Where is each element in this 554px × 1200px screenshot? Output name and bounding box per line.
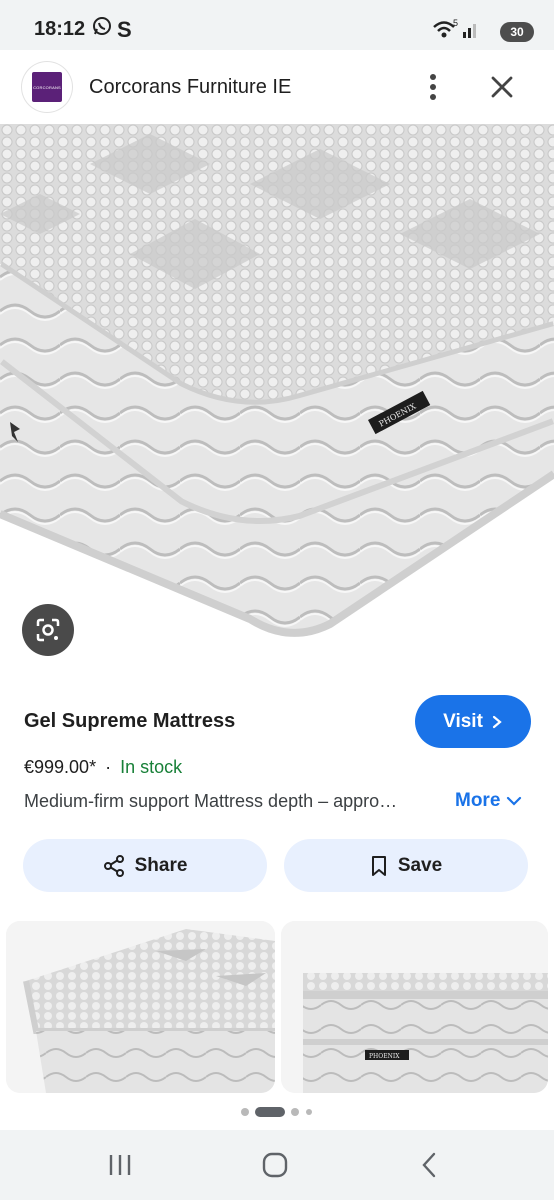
site-title: Corcorans Furniture IE: [89, 76, 292, 98]
product-title: Gel Supreme Mattress: [24, 710, 236, 732]
s-app-icon: S: [117, 17, 132, 42]
wifi-icon: 5: [432, 18, 460, 45]
app-header: CORCORANS Corcorans Furniture IE: [0, 50, 554, 124]
separator-dot: ·: [105, 757, 112, 777]
back-icon[interactable]: [410, 1148, 450, 1182]
recent-apps-icon[interactable]: [100, 1148, 140, 1182]
carousel-pager: [0, 1106, 554, 1118]
bookmark-icon: [371, 855, 386, 876]
more-button[interactable]: More: [455, 790, 522, 812]
wifi-badge: 5: [453, 18, 458, 28]
product-description: Medium-firm support Mattress depth – app…: [24, 791, 398, 811]
more-vert-icon[interactable]: [418, 70, 448, 104]
pager-dot[interactable]: [306, 1109, 312, 1115]
whatsapp-icon: [92, 16, 112, 41]
pager-dot-active[interactable]: [255, 1107, 285, 1117]
pager-dot[interactable]: [241, 1108, 249, 1116]
price-row: €999.00* · In stock: [24, 757, 182, 778]
chevron-right-icon: [492, 715, 502, 728]
signal-icon: [462, 20, 480, 43]
close-icon[interactable]: [484, 70, 520, 104]
visit-button[interactable]: Visit: [415, 695, 531, 748]
system-nav-bar: [0, 1130, 554, 1200]
status-bar: 18:12 S 5 30: [0, 0, 554, 50]
home-icon[interactable]: [255, 1148, 295, 1182]
pager-dot[interactable]: [291, 1108, 299, 1116]
battery-indicator: 30: [500, 22, 534, 42]
price: €999.00*: [24, 757, 97, 777]
product-image[interactable]: PHOENIX: [0, 124, 554, 674]
visit-label: Visit: [443, 710, 483, 732]
save-label: Save: [397, 854, 443, 876]
thumbnail-image[interactable]: PHOENIX: [281, 921, 548, 1093]
thumbnail-brand-label: PHOENIX: [369, 1053, 400, 1060]
site-logo-text: CORCORANS: [33, 84, 61, 90]
share-label: Share: [134, 854, 188, 876]
site-logo[interactable]: CORCORANS: [22, 62, 72, 112]
chevron-down-icon: [507, 796, 522, 806]
thumbnail-image[interactable]: [6, 921, 275, 1093]
share-icon: [103, 854, 124, 877]
more-label: More: [455, 790, 501, 811]
lens-icon: [36, 618, 60, 642]
save-button[interactable]: Save: [284, 839, 528, 892]
share-button[interactable]: Share: [23, 839, 267, 892]
google-lens-button[interactable]: [22, 604, 74, 656]
status-time: 18:12: [34, 18, 86, 40]
site-logo-mark: CORCORANS: [32, 72, 62, 102]
stock-status: In stock: [120, 757, 183, 777]
